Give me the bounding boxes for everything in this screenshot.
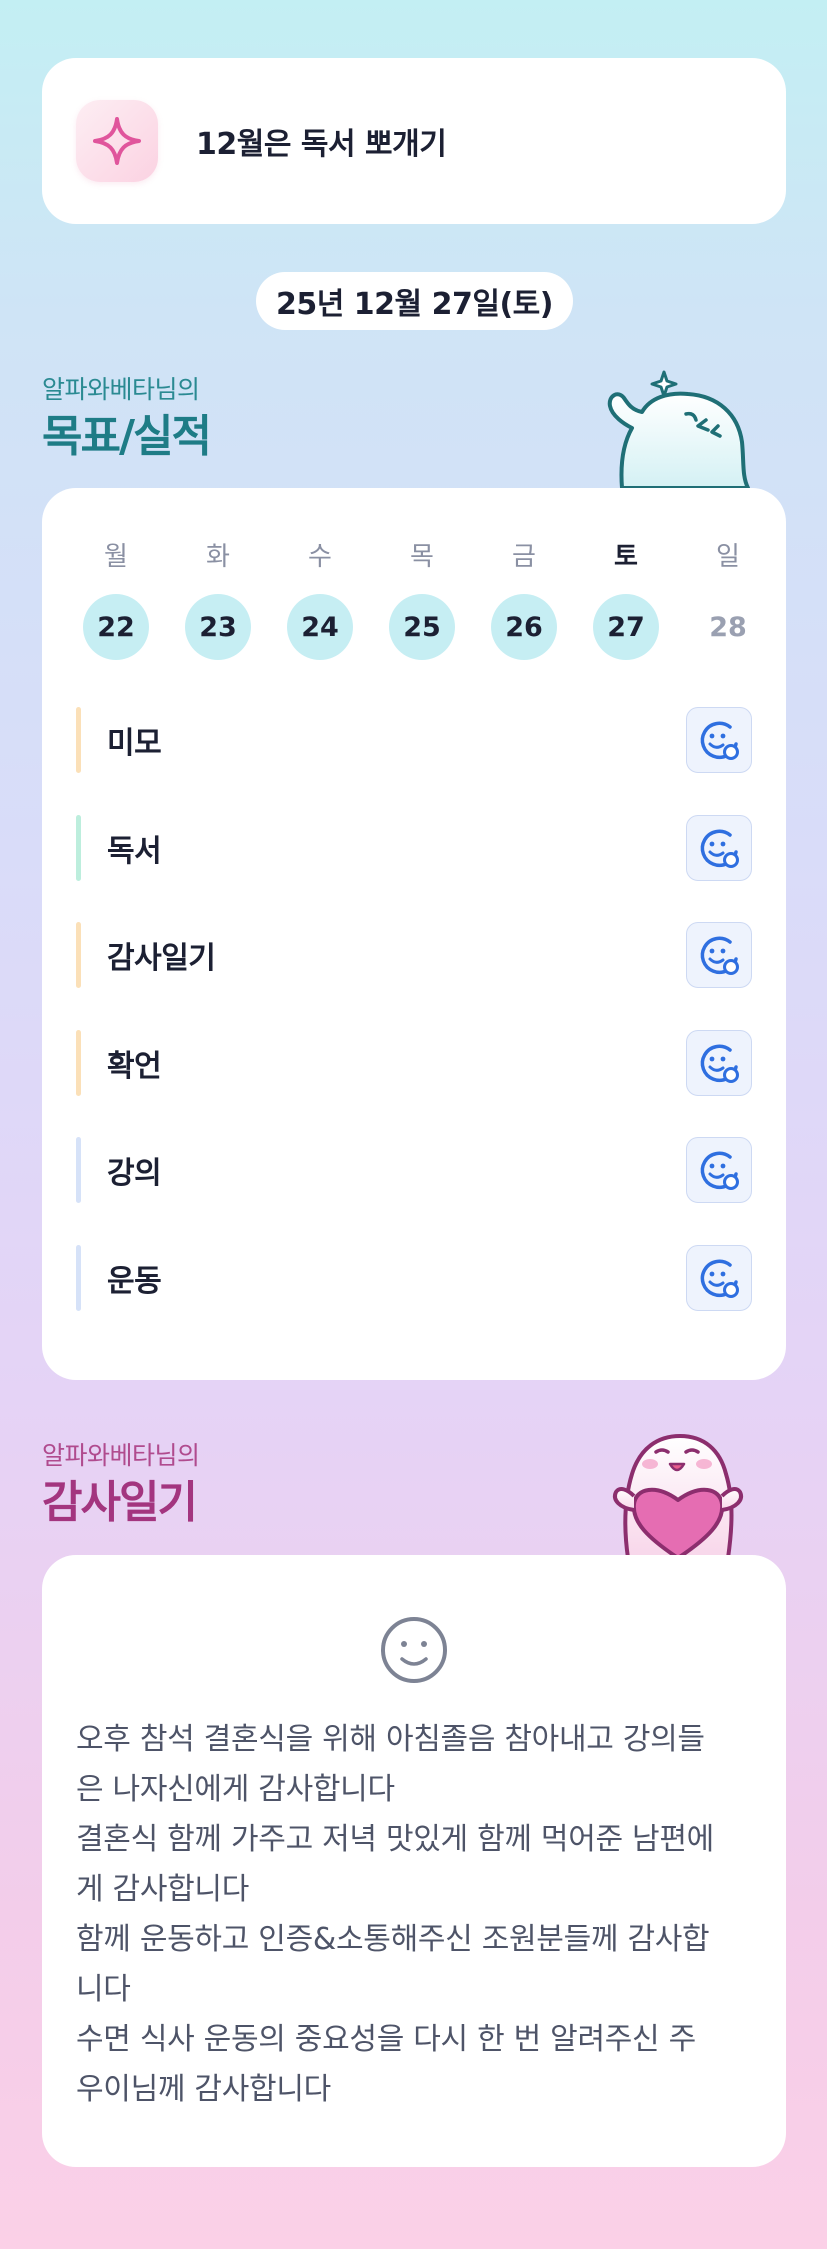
goal-color-bar bbox=[76, 1245, 81, 1311]
goal-item[interactable]: 독서 bbox=[76, 814, 752, 882]
gratitude-line: 결혼식 함께 가주고 저녁 맛있게 함께 먹어준 남편에 bbox=[76, 1822, 714, 1857]
gratitude-line: 게 감사합니다 bbox=[76, 1872, 250, 1907]
gratitude-text: 오후 참석 결혼식을 위해 아침졸음 참아내고 강의들 은 나자신에게 감사합니… bbox=[76, 1715, 766, 2115]
goal-color-bar bbox=[76, 1137, 81, 1203]
goals-section-title: 목표/실적 bbox=[42, 411, 212, 462]
smile-add-icon bbox=[700, 721, 739, 760]
day-name: 일 bbox=[716, 542, 740, 572]
gratitude-section-title: 감사일기 bbox=[42, 1477, 198, 1528]
goal-check-button[interactable] bbox=[686, 1245, 752, 1311]
goal-color-bar bbox=[76, 1030, 81, 1096]
goal-item[interactable]: 강의 bbox=[76, 1136, 752, 1204]
challenge-header-card: 12월은 독서 뽀개기 bbox=[42, 58, 786, 224]
day-date-today[interactable]: 27 bbox=[593, 594, 659, 660]
sparkle-icon bbox=[76, 100, 158, 182]
goal-check-button[interactable] bbox=[686, 1030, 752, 1096]
day-name: 토 bbox=[614, 542, 638, 572]
goal-label: 독서 bbox=[107, 834, 162, 869]
smile-add-icon bbox=[700, 936, 739, 975]
goal-color-bar bbox=[76, 815, 81, 881]
smile-add-icon bbox=[700, 1044, 739, 1083]
day-date[interactable]: 26 bbox=[491, 594, 557, 660]
gratitude-line: 우이님께 감사합니다 bbox=[76, 2072, 331, 2107]
day-date[interactable]: 28 bbox=[695, 594, 761, 660]
day-name: 화 bbox=[206, 542, 230, 572]
goal-check-button[interactable] bbox=[686, 815, 752, 881]
day-date[interactable]: 23 bbox=[185, 594, 251, 660]
smile-add-icon bbox=[700, 1151, 739, 1190]
day-name: 월 bbox=[104, 542, 128, 572]
goal-label: 강의 bbox=[107, 1156, 162, 1191]
smile-add-icon bbox=[700, 1259, 739, 1298]
gratitude-line: 함께 운동하고 인증&소통해주신 조원분들께 감사합 bbox=[76, 1922, 710, 1957]
goal-label: 확언 bbox=[107, 1049, 162, 1084]
heart-mascot-icon bbox=[613, 1433, 743, 1558]
goal-label: 감사일기 bbox=[107, 941, 216, 976]
goal-label: 미모 bbox=[107, 726, 162, 761]
goal-label: 운동 bbox=[107, 1264, 162, 1299]
goal-item[interactable]: 운동 bbox=[76, 1244, 752, 1312]
day-name: 수 bbox=[308, 542, 332, 572]
gratitude-line: 은 나자신에게 감사합니다 bbox=[76, 1772, 395, 1807]
gratitude-line: 니다 bbox=[76, 1972, 131, 2007]
gratitude-card: 오후 참석 결혼식을 위해 아침졸음 참아내고 강의들 은 나자신에게 감사합니… bbox=[42, 1555, 786, 2167]
day-name: 금 bbox=[512, 542, 536, 572]
gratitude-line: 오후 참석 결혼식을 위해 아침졸음 참아내고 강의들 bbox=[76, 1722, 705, 1757]
challenge-title: 12월은 독서 뽀개기 bbox=[196, 127, 447, 162]
goal-check-button[interactable] bbox=[686, 922, 752, 988]
goal-color-bar bbox=[76, 707, 81, 773]
smile-face-icon bbox=[381, 1617, 447, 1683]
goal-item[interactable]: 확언 bbox=[76, 1029, 752, 1097]
day-date[interactable]: 24 bbox=[287, 594, 353, 660]
goal-item[interactable]: 감사일기 bbox=[76, 921, 752, 989]
goal-check-button[interactable] bbox=[686, 1137, 752, 1203]
current-date: 25년 12월 27일(토) bbox=[256, 272, 573, 330]
day-name: 목 bbox=[410, 542, 434, 572]
waving-mascot-icon bbox=[607, 370, 750, 490]
goal-color-bar bbox=[76, 922, 81, 988]
gratitude-line: 수면 식사 운동의 중요성을 다시 한 번 알려주신 주 bbox=[76, 2022, 696, 2057]
goal-item[interactable]: 미모 bbox=[76, 706, 752, 774]
smile-add-icon bbox=[700, 829, 739, 868]
goals-card: 월 22 화 23 수 24 목 25 금 26 토 27 일 28 미모 독서… bbox=[42, 488, 786, 1380]
goal-check-button[interactable] bbox=[686, 707, 752, 773]
day-date[interactable]: 22 bbox=[83, 594, 149, 660]
day-date[interactable]: 25 bbox=[389, 594, 455, 660]
